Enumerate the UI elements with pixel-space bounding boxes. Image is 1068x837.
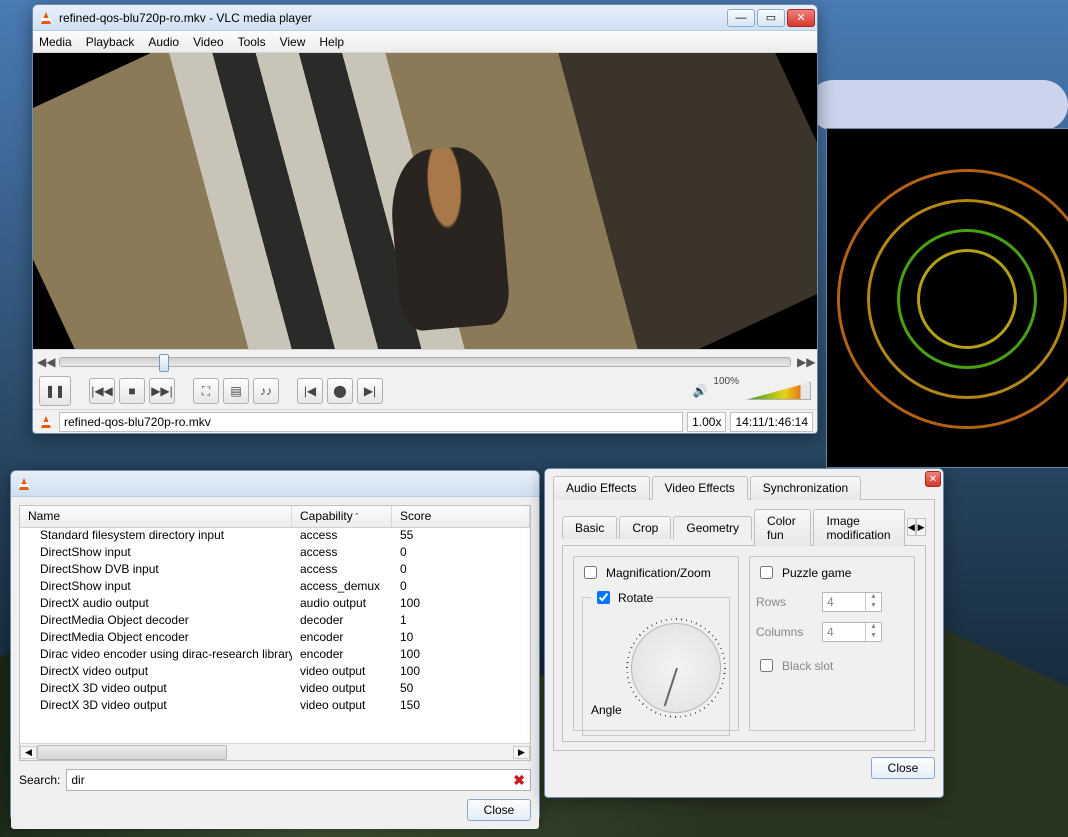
plugins-titlebar[interactable] [11,471,539,497]
col-name[interactable]: Name [20,506,292,527]
col-capability[interactable]: Capability ˆ [292,506,392,527]
menu-video[interactable]: Video [193,35,223,49]
seek-slider[interactable] [59,357,791,367]
col-score[interactable]: Score [392,506,530,527]
table-row[interactable]: DirectX 3D video outputvideo output50 [20,681,530,698]
tab-synchronization[interactable]: Synchronization [750,476,861,500]
stop-button[interactable]: ■ [119,378,145,404]
table-row[interactable]: DirectX 3D video outputvideo output150 [20,698,530,715]
equalizer-button[interactable]: ♪♪ [253,378,279,404]
transport-row: ❚❚ |◀◀ ■ ▶▶| ⛶ ▤ ♪♪ |◀ ⬤ ▶| 🔊 100% [33,373,817,409]
frame-back-button[interactable]: |◀ [297,378,323,404]
blackslot-checkbox[interactable]: Black slot [756,656,908,675]
rotate-checkbox[interactable] [597,591,610,604]
cols-spinner[interactable]: 4▲▼ [822,622,882,642]
status-cone-icon [37,416,55,428]
h-scrollbar[interactable]: ◀ ▶ [20,743,530,760]
scroll-left-icon[interactable]: ◀ [20,746,37,759]
subtab-crop[interactable]: Crop [619,516,671,539]
menu-playback[interactable]: Playback [86,35,135,49]
maximize-button[interactable]: ▭ [757,9,785,27]
tabs-scroll-left-icon[interactable]: ◀ [907,518,917,536]
close-icon[interactable]: ✕ [925,471,941,487]
rows-label: Rows [756,595,812,609]
record-button[interactable]: ⬤ [327,378,353,404]
rotate-fieldset: Rotate Angle [582,588,730,736]
clear-search-icon[interactable]: ✖ [513,772,525,789]
statusbar: refined-qos-blu720p-ro.mkv 1.00x 14:11/1… [33,409,817,433]
search-input[interactable] [66,769,531,791]
table-row[interactable]: DirectMedia Object encoderencoder10 [20,630,530,647]
menu-audio[interactable]: Audio [148,35,179,49]
menu-view[interactable]: View [280,35,306,49]
seek-row: ◀◀ ▶▶ [33,349,817,373]
tab-audio-effects[interactable]: Audio Effects [553,476,650,500]
table-header[interactable]: Name Capability ˆ Score [20,506,530,528]
search-label: Search: [19,773,60,787]
vlc-cone-icon [38,10,54,26]
magnification-group: Magnification/Zoom Rotate Angle [573,556,739,731]
magzoom-checkbox[interactable]: Magnification/Zoom [580,563,732,582]
status-filename[interactable]: refined-qos-blu720p-ro.mkv [59,412,683,432]
pause-button[interactable]: ❚❚ [39,376,71,406]
close-button[interactable]: Close [467,799,531,821]
plugins-table: Name Capability ˆ Score Standard filesys… [19,505,531,761]
table-row[interactable]: DirectX video outputvideo output100 [20,664,530,681]
minimize-button[interactable]: — [727,9,755,27]
angle-label: Angle [591,703,622,717]
scroll-thumb[interactable] [37,745,227,760]
subtab-colorfun[interactable]: Color fun [754,509,811,546]
subtab-basic[interactable]: Basic [562,516,617,539]
subtab-geometry[interactable]: Geometry [673,516,752,540]
table-row[interactable]: DirectX audio outputaudio output100 [20,596,530,613]
top-tabs: Audio Effects Video Effects Synchronizat… [553,475,935,500]
sub-tabs: Basic Crop Geometry Color fun Image modi… [562,508,926,546]
table-row[interactable]: DirectShow DVB inputaccess0 [20,562,530,579]
volume-label: 100% [713,376,739,387]
close-button[interactable]: Close [871,757,935,779]
vlc-main-window: refined-qos-blu720p-ro.mkv - VLC media p… [32,4,818,434]
menu-tools[interactable]: Tools [238,35,266,49]
next-button[interactable]: ▶▶| [149,378,175,404]
effects-window: ✕ Audio Effects Video Effects Synchroniz… [544,468,944,798]
status-time[interactable]: 14:11/1:46:14 [730,412,813,432]
puzzle-group: Puzzle game Rows 4▲▼ Columns 4▲▼ Black s… [749,556,915,731]
cols-label: Columns [756,625,812,639]
seek-back-icon[interactable]: ◀◀ [37,355,53,369]
frame-fwd-button[interactable]: ▶| [357,378,383,404]
desktop-cloud [808,80,1068,130]
speaker-icon[interactable]: 🔊 [692,384,707,398]
window-title: refined-qos-blu720p-ro.mkv - VLC media p… [59,11,725,25]
tabs-scroll-right-icon[interactable]: ▶ [916,518,926,536]
puzzle-checkbox[interactable]: Puzzle game [756,563,908,582]
scroll-right-icon[interactable]: ▶ [513,746,530,759]
angle-dial[interactable] [631,623,721,713]
background-visualizer-window [826,128,1068,468]
menubar: Media Playback Audio Video Tools View He… [33,31,817,53]
table-row[interactable]: DirectMedia Object decoderdecoder1 [20,613,530,630]
menu-media[interactable]: Media [39,35,72,49]
seek-thumb[interactable] [159,354,169,372]
volume-slider[interactable] [745,382,811,400]
menu-help[interactable]: Help [319,35,344,49]
prev-button[interactable]: |◀◀ [89,378,115,404]
close-button[interactable]: ✕ [787,9,815,27]
vlc-cone-icon [16,476,32,492]
playlist-button[interactable]: ▤ [223,378,249,404]
table-row[interactable]: Standard filesystem directory inputacces… [20,528,530,545]
subtab-imagemod[interactable]: Image modification [813,509,904,546]
table-row[interactable]: Dirac video encoder using dirac-research… [20,647,530,664]
video-area[interactable] [33,53,817,349]
plugins-window: Name Capability ˆ Score Standard filesys… [10,470,540,820]
seek-forward-icon[interactable]: ▶▶ [797,355,813,369]
table-row[interactable]: DirectShow inputaccess_demux0 [20,579,530,596]
fullscreen-button[interactable]: ⛶ [193,378,219,404]
tab-video-effects[interactable]: Video Effects [652,476,748,500]
status-speed[interactable]: 1.00x [687,412,726,432]
rows-spinner[interactable]: 4▲▼ [822,592,882,612]
titlebar[interactable]: refined-qos-blu720p-ro.mkv - VLC media p… [33,5,817,31]
table-row[interactable]: DirectShow inputaccess0 [20,545,530,562]
